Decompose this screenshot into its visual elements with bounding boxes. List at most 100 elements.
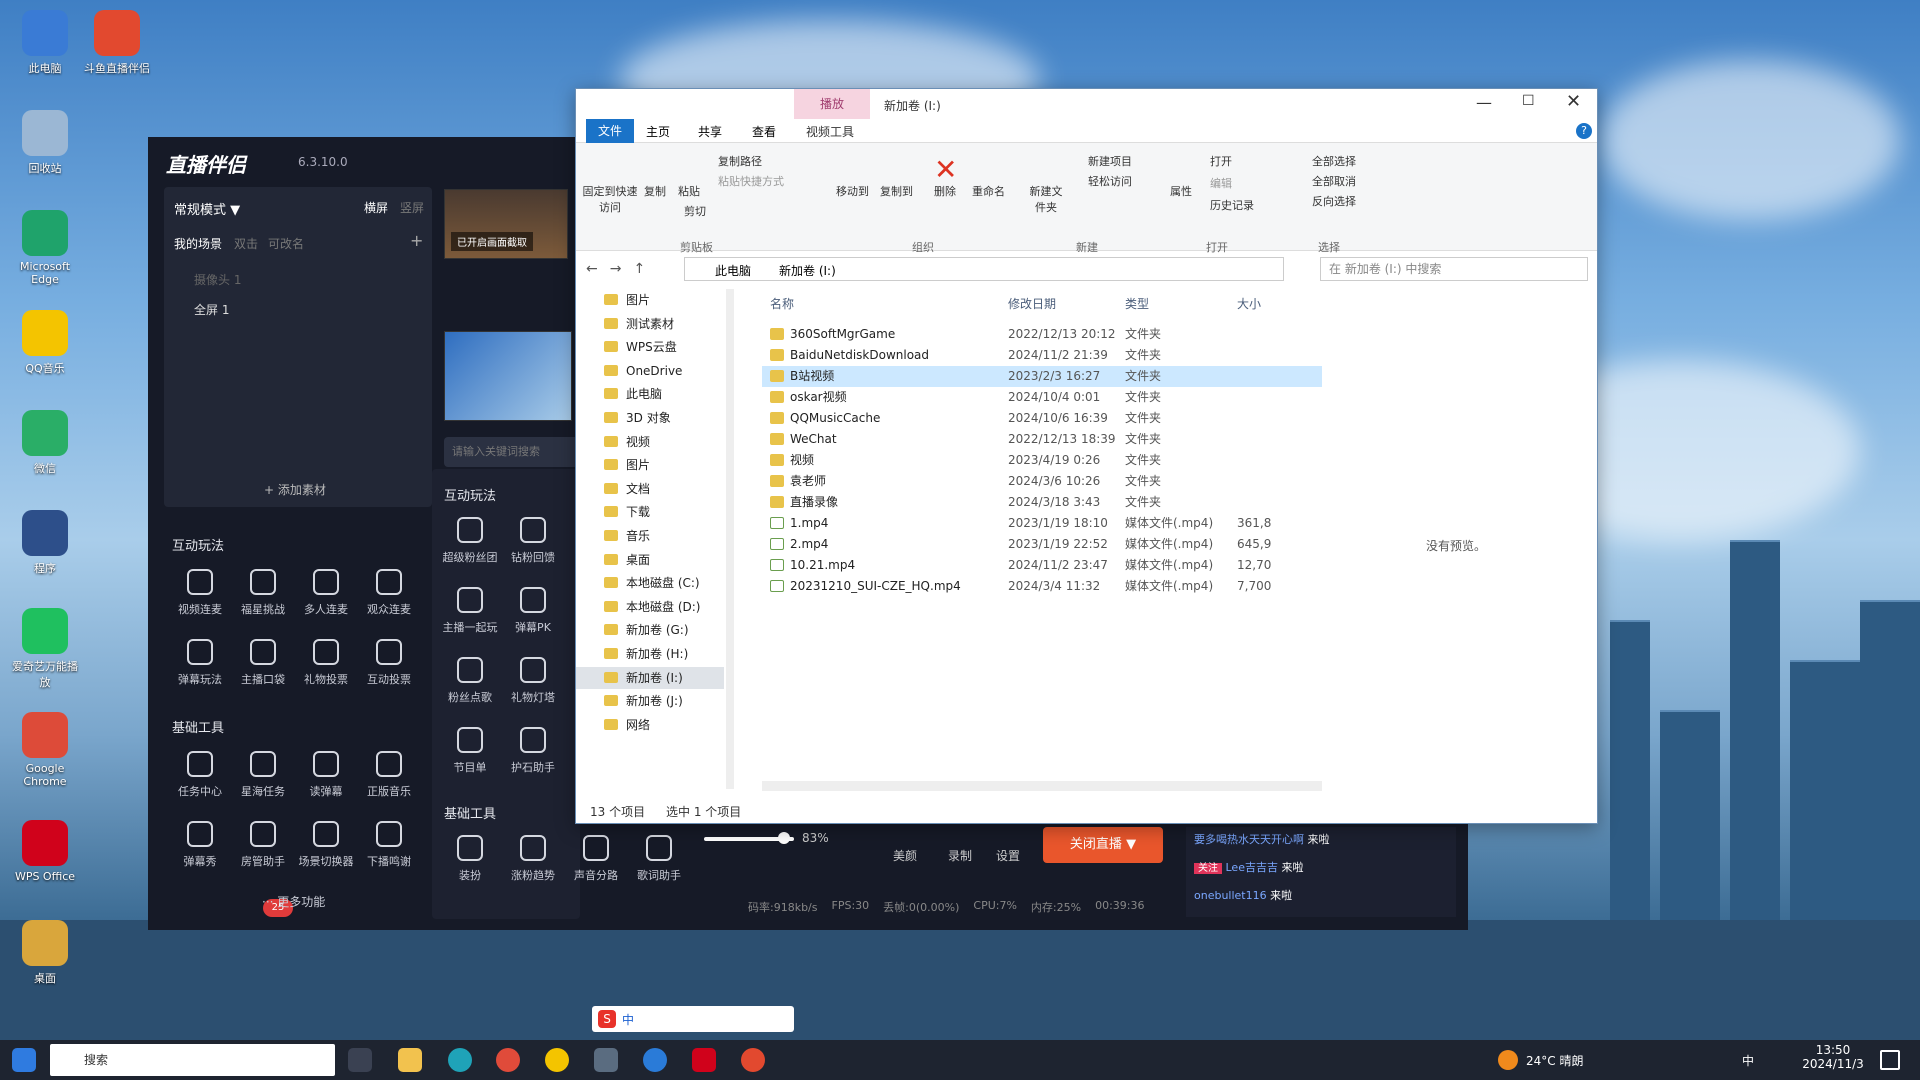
- delete-icon[interactable]: ✕: [934, 153, 957, 186]
- invert-selection-button[interactable]: 反向选择: [1312, 193, 1356, 209]
- desktop-icon[interactable]: 程序: [8, 510, 82, 576]
- nav-item[interactable]: 新加卷 (H:): [576, 643, 724, 665]
- select-all-button[interactable]: 全部选择: [1312, 153, 1356, 169]
- tool-button[interactable]: 场景切换器: [294, 821, 358, 869]
- properties-button[interactable]: 属性: [1170, 183, 1192, 199]
- file-row[interactable]: 10.21.mp4 2024/11/2 23:47 媒体文件(.mp4) 12,70: [762, 555, 1322, 576]
- maximize-button[interactable]: ☐: [1522, 93, 1535, 109]
- tool-button[interactable]: 读弹幕: [294, 751, 358, 799]
- mode-select[interactable]: 常规模式 ▼: [174, 199, 240, 218]
- nav-item[interactable]: 音乐: [576, 525, 724, 547]
- wps-taskbar-icon[interactable]: [692, 1048, 716, 1072]
- nav-item[interactable]: 下载: [576, 501, 724, 523]
- select-none-button[interactable]: 全部取消: [1312, 173, 1356, 189]
- file-row[interactable]: 20231210_SUI-CZE_HQ.mp4 2024/3/4 11:32 媒体文…: [762, 576, 1322, 597]
- search-app-taskbar-icon[interactable]: [643, 1048, 667, 1072]
- minimize-button[interactable]: —: [1476, 93, 1492, 112]
- new-folder-button[interactable]: 新建文件夹: [1026, 183, 1066, 215]
- nav-item[interactable]: WPS云盘: [576, 336, 724, 358]
- tool-button[interactable]: 礼物投票: [294, 639, 358, 687]
- desktop-icon[interactable]: WPS Office: [8, 820, 82, 883]
- col-date[interactable]: 修改日期: [1008, 295, 1056, 312]
- tool-button[interactable]: 装扮: [438, 835, 502, 883]
- file-row[interactable]: QQMusicCache 2024/10/6 16:39 文件夹: [762, 408, 1322, 429]
- paste-button[interactable]: 粘贴: [674, 183, 704, 199]
- open-button[interactable]: 打开: [1210, 153, 1232, 169]
- easy-access-button[interactable]: 轻松访问: [1088, 173, 1132, 189]
- file-row[interactable]: 袁老师 2024/3/6 10:26 文件夹: [762, 471, 1322, 492]
- nav-item[interactable]: 测试素材: [576, 313, 724, 335]
- orientation-landscape[interactable]: 横屏: [364, 199, 388, 216]
- orientation-portrait[interactable]: 竖屏: [400, 199, 424, 216]
- nav-arrows[interactable]: ←→↑: [586, 261, 657, 277]
- nav-item[interactable]: 视频: [576, 431, 724, 453]
- ime-indicator[interactable]: 中: [1742, 1052, 1754, 1069]
- file-row[interactable]: oskar视频 2024/10/4 0:01 文件夹: [762, 387, 1322, 408]
- tool-button[interactable]: 主播口袋: [231, 639, 295, 687]
- close-button[interactable]: ✕: [1566, 91, 1581, 112]
- sogou-icon[interactable]: S: [598, 1010, 616, 1028]
- nav-item[interactable]: 本地磁盘 (C:): [576, 572, 724, 594]
- edge-taskbar-icon[interactable]: [448, 1048, 472, 1072]
- horizontal-scrollbar[interactable]: [762, 781, 1322, 791]
- tab-home[interactable]: 主页: [646, 123, 670, 140]
- nav-item[interactable]: 网络: [576, 714, 724, 736]
- add-material-button[interactable]: + 添加素材: [264, 481, 326, 498]
- file-row[interactable]: 视频 2023/4/19 0:26 文件夹: [762, 450, 1322, 471]
- tool-button[interactable]: 粉丝点歌: [438, 657, 502, 705]
- clock[interactable]: 13:50 2024/11/3: [1798, 1043, 1868, 1071]
- screen-preview[interactable]: [444, 331, 572, 421]
- tool-button[interactable]: 互动投票: [357, 639, 421, 687]
- tool-button[interactable]: 弹幕PK: [501, 587, 565, 635]
- help-icon[interactable]: ?: [1576, 123, 1592, 139]
- pin-quick-access-button[interactable]: 固定到快速访问: [582, 183, 638, 215]
- source-camera[interactable]: 摄像头 1: [194, 271, 241, 288]
- tool-button[interactable]: 礼物灯塔: [501, 657, 565, 705]
- new-item-button[interactable]: 新建项目: [1088, 153, 1132, 169]
- desktop-icon[interactable]: 爱奇艺万能播放: [8, 608, 82, 690]
- context-tab-play[interactable]: 播放: [794, 89, 870, 119]
- tool-button[interactable]: 弹幕秀: [168, 821, 232, 869]
- copy-path-button[interactable]: 复制路径: [718, 153, 762, 169]
- tool-button[interactable]: 正版音乐: [357, 751, 421, 799]
- tool-button[interactable]: 福星挑战: [231, 569, 295, 617]
- tool-button[interactable]: 主播一起玩: [438, 587, 502, 635]
- more-features-link[interactable]: ··· 更多功能: [262, 893, 325, 910]
- history-button[interactable]: 历史记录: [1210, 197, 1254, 213]
- ime-toolbar[interactable]: S 中: [592, 1006, 794, 1032]
- douyu-taskbar-icon[interactable]: [741, 1048, 765, 1072]
- source-fullscreen[interactable]: 全屏 1: [194, 301, 229, 318]
- tool-button[interactable]: 视频连麦: [168, 569, 232, 617]
- weather-text[interactable]: 24°C 晴朗: [1526, 1052, 1583, 1069]
- nav-item[interactable]: 此电脑: [576, 383, 724, 405]
- desktop-icon[interactable]: 微信: [8, 410, 82, 476]
- col-type[interactable]: 类型: [1125, 295, 1149, 312]
- nav-item[interactable]: 新加卷 (J:): [576, 690, 724, 712]
- file-row[interactable]: 360SoftMgrGame 2022/12/13 20:12 文件夹: [762, 324, 1322, 345]
- settings-button[interactable]: 设置: [996, 847, 1020, 864]
- col-name[interactable]: 名称: [770, 295, 794, 312]
- file-row[interactable]: 2.mp4 2023/1/19 22:52 媒体文件(.mp4) 645,9: [762, 534, 1322, 555]
- rename-button[interactable]: 重命名: [972, 183, 1005, 199]
- nav-item[interactable]: 新加卷 (I:): [576, 666, 724, 689]
- file-row[interactable]: BaiduNetdiskDownload 2024/11/2 21:39 文件夹: [762, 345, 1322, 366]
- camera-preview[interactable]: 已开启画面截取: [444, 189, 568, 259]
- tool-search-input[interactable]: 请输入关键词搜索: [444, 437, 580, 467]
- stop-live-button[interactable]: 关闭直播 ▼: [1043, 827, 1163, 863]
- desktop-icon[interactable]: 回收站: [8, 110, 82, 176]
- paste-shortcut-button[interactable]: 粘贴快捷方式: [718, 173, 784, 189]
- chrome-taskbar-icon[interactable]: [496, 1048, 520, 1072]
- calculator-taskbar-icon[interactable]: [594, 1048, 618, 1072]
- tool-button[interactable]: 涨粉趋势: [501, 835, 565, 883]
- tool-button[interactable]: 多人连麦: [294, 569, 358, 617]
- nav-item[interactable]: 3D 对象: [576, 407, 724, 429]
- col-size[interactable]: 大小: [1237, 295, 1261, 312]
- weather-icon[interactable]: [1498, 1050, 1518, 1070]
- edit-button[interactable]: 编辑: [1210, 175, 1232, 191]
- desktop-icon[interactable]: Microsoft Edge: [8, 210, 82, 286]
- move-to-button[interactable]: 移动到: [836, 183, 869, 199]
- volume-knob[interactable]: [778, 832, 790, 844]
- address-bar[interactable]: 此电脑 新加卷 (I:): [684, 257, 1284, 281]
- tool-button[interactable]: 观众连麦: [357, 569, 421, 617]
- file-row[interactable]: B站视频 2023/2/3 16:27 文件夹: [762, 366, 1322, 387]
